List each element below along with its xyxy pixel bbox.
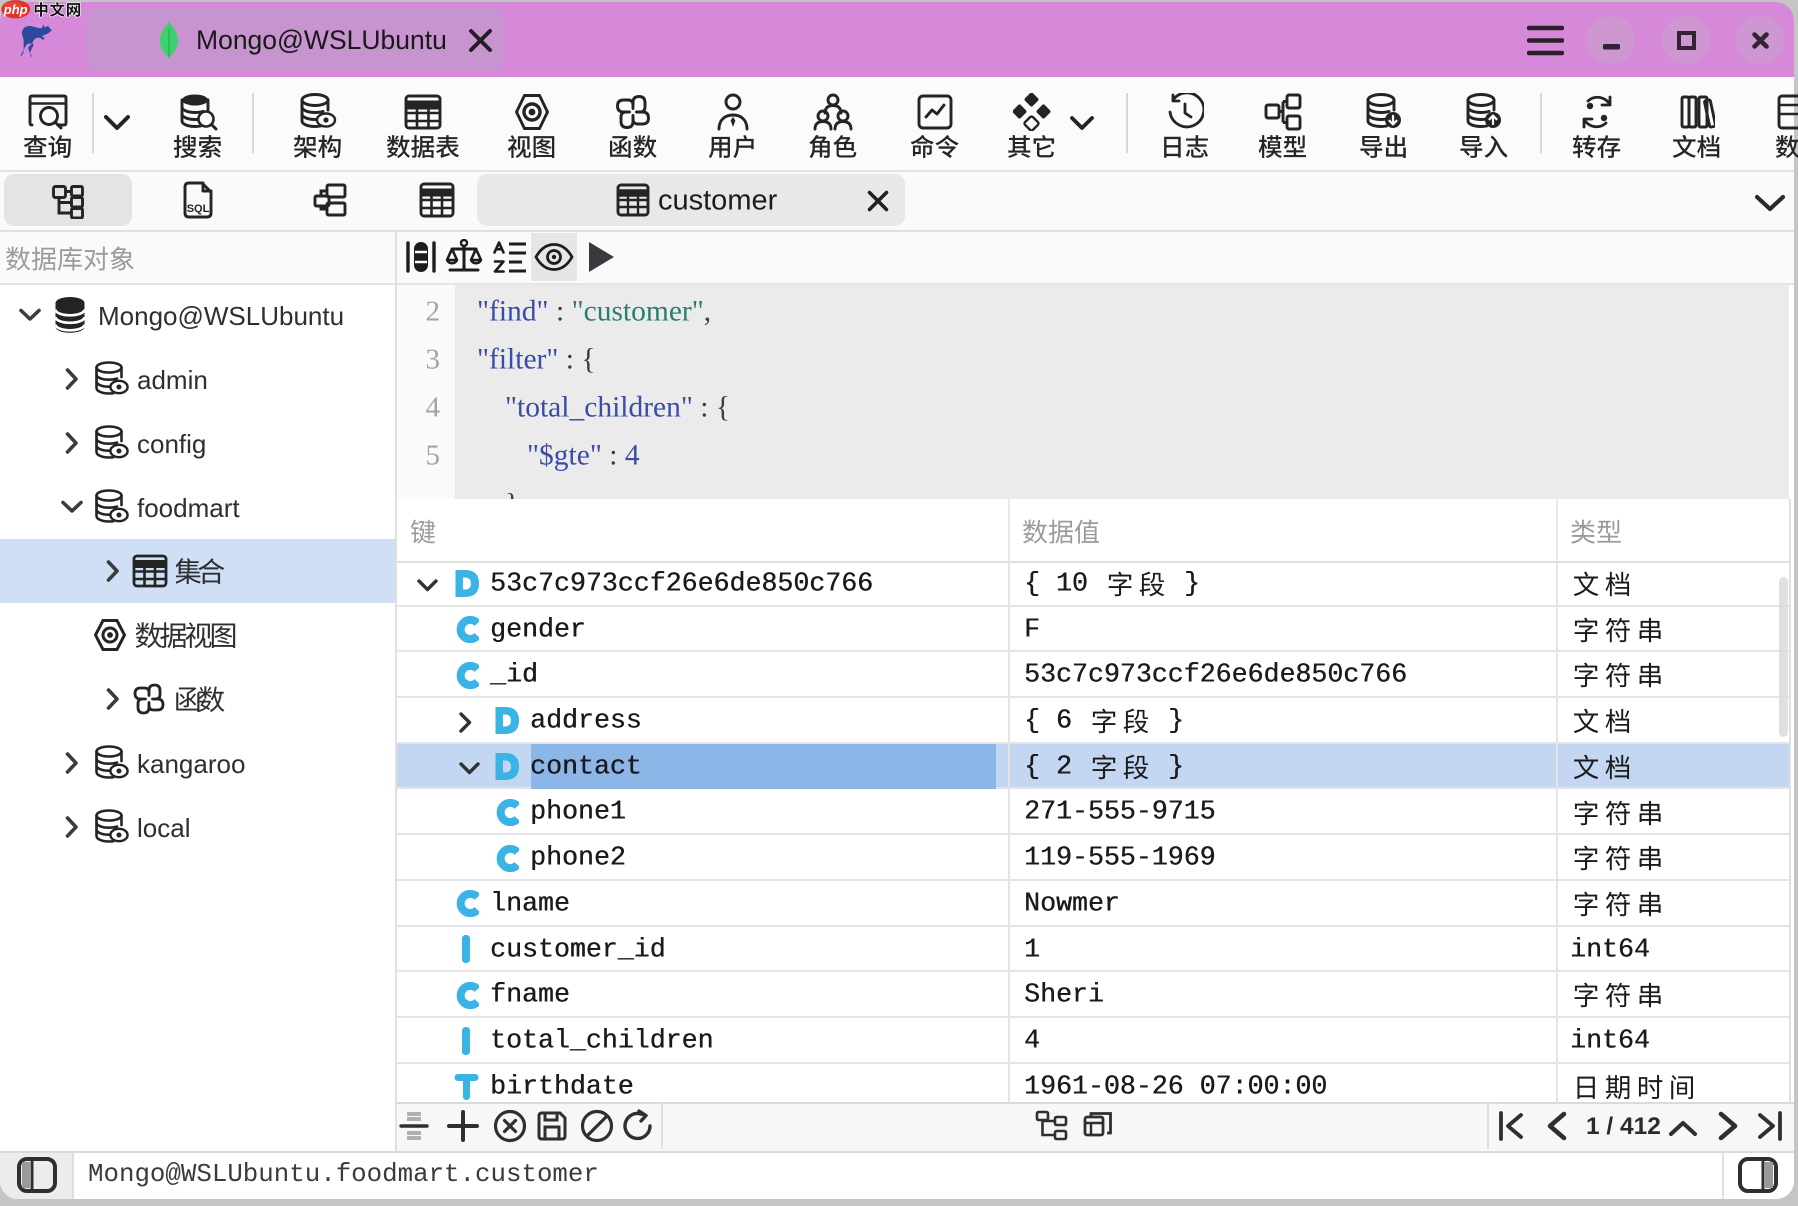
svg-text:php: php xyxy=(3,2,28,17)
svg-text:SQL: SQL xyxy=(187,203,210,215)
